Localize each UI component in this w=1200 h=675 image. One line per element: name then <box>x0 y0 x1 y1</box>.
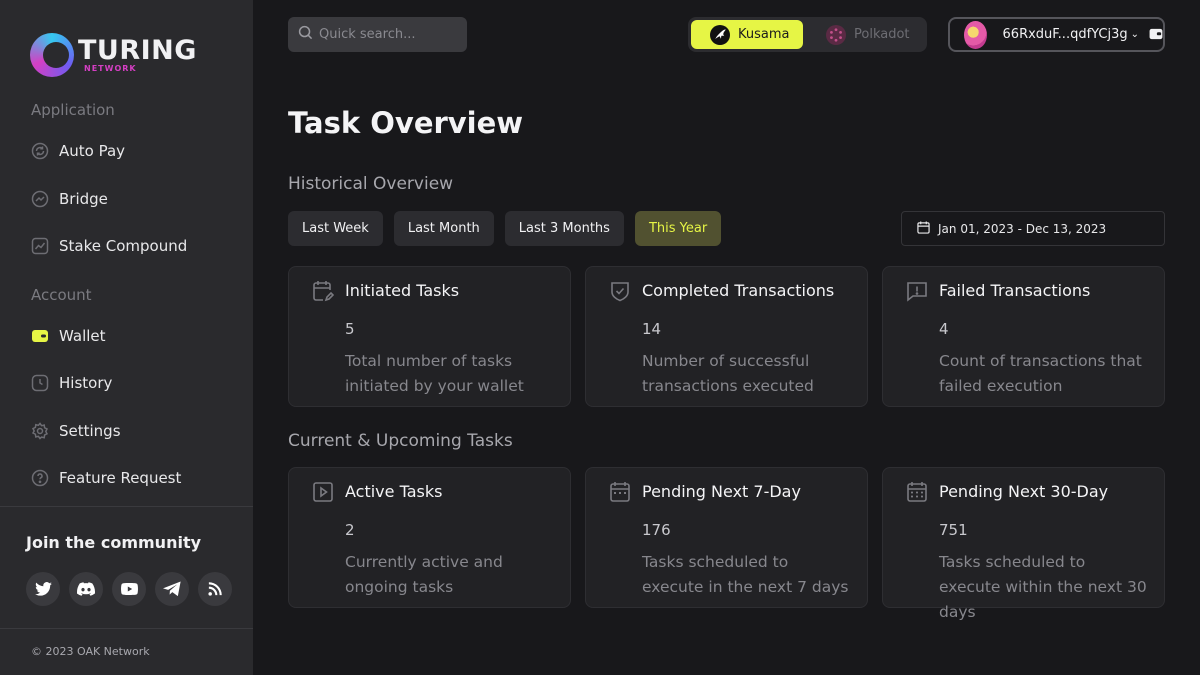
tab-last-week[interactable]: Last Week <box>288 211 383 246</box>
card-active-tasks: Active Tasks 2 Currently active and ongo… <box>288 467 571 608</box>
card-value: 14 <box>642 320 662 338</box>
clock-icon <box>31 374 49 392</box>
card-description: Total number of tasks initiated by your … <box>345 352 524 395</box>
sidebar-item-label: History <box>59 374 113 392</box>
card-title: Failed Transactions <box>939 281 1091 300</box>
question-icon <box>31 469 49 487</box>
tab-last-month[interactable]: Last Month <box>393 211 494 246</box>
network-kusama-button[interactable]: Kusama <box>691 20 803 49</box>
tab-last-3-months[interactable]: Last 3 Months <box>504 211 624 246</box>
shield-check-icon <box>608 279 632 303</box>
card-title: Initiated Tasks <box>345 281 460 300</box>
tab-this-year[interactable]: This Year <box>634 211 722 246</box>
sidebar-item-stake-compound[interactable]: Stake Compound <box>31 232 231 260</box>
sidebar: TURING NETWORK Application Auto Pay Brid… <box>0 0 253 675</box>
wallet-icon <box>31 327 49 345</box>
sidebar-item-label: Settings <box>59 422 121 440</box>
chart-icon <box>31 237 49 255</box>
sidebar-item-auto-pay[interactable]: Auto Pay <box>31 137 231 165</box>
card-initiated-tasks: Initiated Tasks 5 Total number of tasks … <box>288 266 571 407</box>
card-description: Tasks scheduled to execute within the ne… <box>939 553 1147 621</box>
card-title: Completed Transactions <box>642 281 835 300</box>
historical-overview-title: Historical Overview <box>288 174 454 194</box>
chevron-down-icon: ⌄ <box>1130 29 1139 40</box>
community-title: Join the community <box>26 533 202 552</box>
sidebar-item-wallet[interactable]: Wallet <box>31 322 231 350</box>
card-description: Count of transactions that failed execut… <box>939 352 1142 395</box>
date-range-text: Jan 01, 2023 - Dec 13, 2023 <box>938 221 1107 236</box>
search-icon <box>298 25 313 44</box>
card-pending-30-day: Pending Next 30-Day 751 Tasks scheduled … <box>882 467 1165 621</box>
page-title: Task Overview <box>288 106 524 140</box>
card-title: Pending Next 7-Day <box>642 482 801 501</box>
card-description: Tasks scheduled to execute in the next 7… <box>642 553 849 596</box>
current-upcoming-title: Current & Upcoming Tasks <box>288 431 513 451</box>
logo-title: TURING <box>78 35 197 66</box>
search-box[interactable] <box>288 17 467 52</box>
telegram-icon[interactable] <box>155 572 189 606</box>
calendar-month-icon <box>905 480 929 504</box>
sidebar-item-bridge[interactable]: Bridge <box>31 185 231 213</box>
turing-logo[interactable]: TURING NETWORK <box>30 33 197 77</box>
message-alert-icon <box>905 279 929 303</box>
card-value: 751 <box>939 521 968 539</box>
card-title: Active Tasks <box>345 482 443 501</box>
gear-icon <box>31 422 49 440</box>
period-tabs: Last Week Last Month Last 3 Months This … <box>288 211 722 246</box>
twitter-icon[interactable] <box>26 572 60 606</box>
discord-icon[interactable] <box>69 572 103 606</box>
card-pending-7-day: Pending Next 7-Day 176 Tasks scheduled t… <box>585 467 868 608</box>
bridge-icon <box>31 190 49 208</box>
auto-pay-icon <box>31 142 49 160</box>
network-polkadot-button[interactable]: Polkadot <box>826 20 918 49</box>
sidebar-item-label: Stake Compound <box>59 237 188 255</box>
section-account: Account <box>31 286 92 304</box>
card-failed-transactions: Failed Transactions 4 Count of transacti… <box>882 266 1165 407</box>
sidebar-item-settings[interactable]: Settings <box>31 417 231 445</box>
sidebar-item-label: Bridge <box>59 190 108 208</box>
card-completed-transactions: Completed Transactions 14 Number of succ… <box>585 266 868 407</box>
copyright: © 2023 OAK Network <box>31 645 150 658</box>
play-square-icon <box>311 480 335 504</box>
calendar-icon <box>917 220 930 237</box>
calendar-edit-icon <box>311 279 335 303</box>
search-input[interactable] <box>319 27 459 42</box>
network-label: Kusama <box>738 27 790 42</box>
sidebar-item-label: Feature Request <box>59 469 182 487</box>
card-description: Currently active and ongoing tasks <box>345 553 503 596</box>
section-application: Application <box>31 101 115 119</box>
card-description: Number of successful transactions execut… <box>642 352 814 395</box>
sidebar-item-feature-request[interactable]: Feature Request <box>31 464 231 492</box>
calendar-week-icon <box>608 480 632 504</box>
sidebar-item-history[interactable]: History <box>31 369 231 397</box>
wallet-account-button[interactable]: 66RxduF...qdfYCj3g ⌄ <box>948 17 1165 52</box>
network-label: Polkadot <box>854 27 910 42</box>
card-value: 176 <box>642 521 671 539</box>
polkadot-icon <box>826 24 846 45</box>
sidebar-divider-bottom <box>0 628 253 629</box>
wallet-avatar <box>964 20 987 49</box>
card-value: 2 <box>345 521 355 539</box>
social-links <box>26 572 232 606</box>
sidebar-item-label: Auto Pay <box>59 142 126 160</box>
sidebar-item-label: Wallet <box>59 327 106 345</box>
network-switcher: Kusama Polkadot <box>688 17 927 52</box>
turing-logo-mark <box>30 33 74 77</box>
wallet-icon <box>1149 25 1163 44</box>
kusama-icon <box>710 24 730 45</box>
card-value: 5 <box>345 320 355 338</box>
card-value: 4 <box>939 320 949 338</box>
wallet-address: 66RxduF...qdfYCj3g <box>1002 27 1128 42</box>
youtube-icon[interactable] <box>112 572 146 606</box>
sidebar-divider <box>0 506 253 507</box>
card-title: Pending Next 30-Day <box>939 482 1109 501</box>
date-range-picker[interactable]: Jan 01, 2023 - Dec 13, 2023 <box>901 211 1165 246</box>
rss-icon[interactable] <box>198 572 232 606</box>
